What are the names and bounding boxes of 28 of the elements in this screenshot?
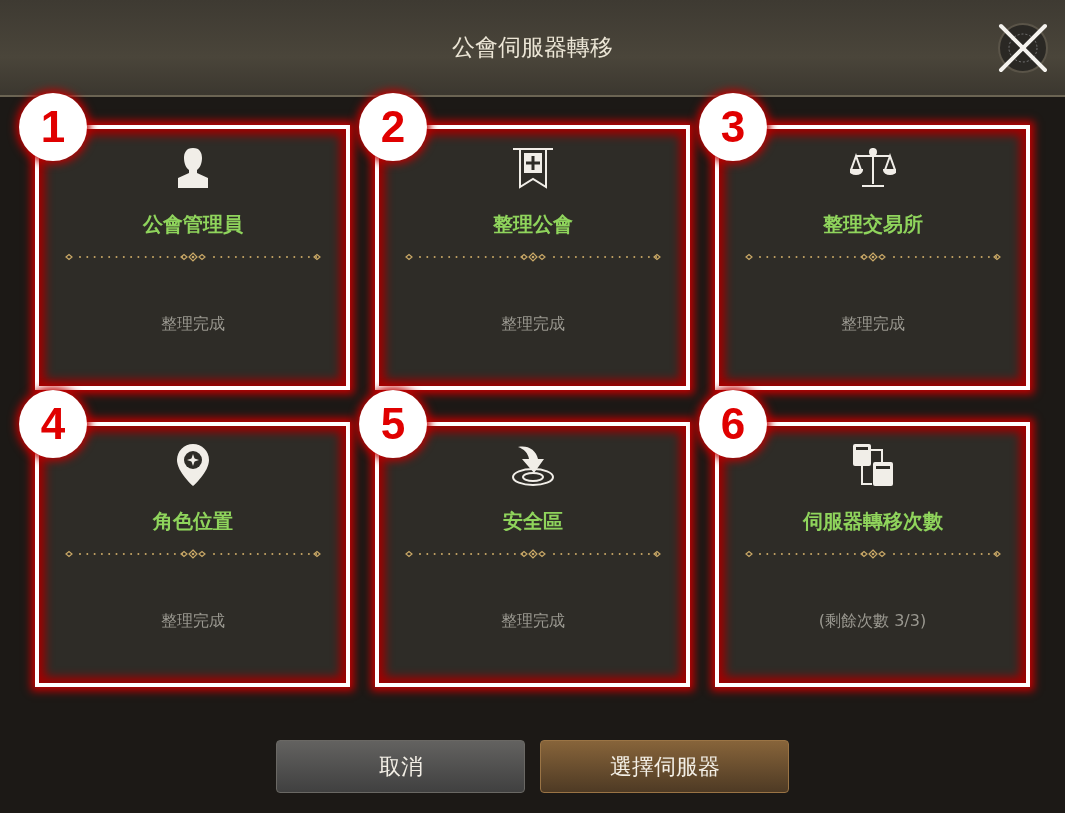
card-title: 整理交易所 (822, 211, 923, 238)
close-icon (995, 20, 1051, 76)
card-status: 整理完成 (500, 314, 565, 335)
banner-icon (510, 145, 555, 191)
card-status: 整理完成 (840, 314, 905, 335)
card-title: 角色位置 (152, 508, 233, 535)
window-title: 公會伺服器轉移 (452, 33, 613, 62)
card-title: 公會管理員 (142, 211, 243, 238)
card-status: 整理完成 (160, 314, 225, 335)
close-button[interactable] (995, 20, 1051, 76)
number-badge: 1 (19, 93, 87, 161)
servers-icon (850, 442, 895, 488)
scales-icon (849, 146, 896, 190)
cancel-button[interactable]: 取消 (276, 740, 525, 793)
number-badge: 6 (699, 390, 767, 458)
number-badge: 3 (699, 93, 767, 161)
person-icon (175, 146, 210, 190)
card-title: 整理公會 (492, 211, 573, 238)
map-pin-icon (174, 442, 211, 488)
card-status: (剩餘次數 3/3) (818, 611, 927, 632)
card-status: 整理完成 (160, 611, 225, 632)
number-badge: 5 (359, 390, 427, 458)
card-status: 整理完成 (500, 611, 565, 632)
select-server-button[interactable]: 選擇伺服器 (540, 740, 789, 793)
card-title: 安全區 (502, 508, 563, 535)
card-title: 伺服器轉移次數 (802, 508, 943, 535)
number-badge: 2 (359, 93, 427, 161)
number-badge: 4 (19, 390, 87, 458)
